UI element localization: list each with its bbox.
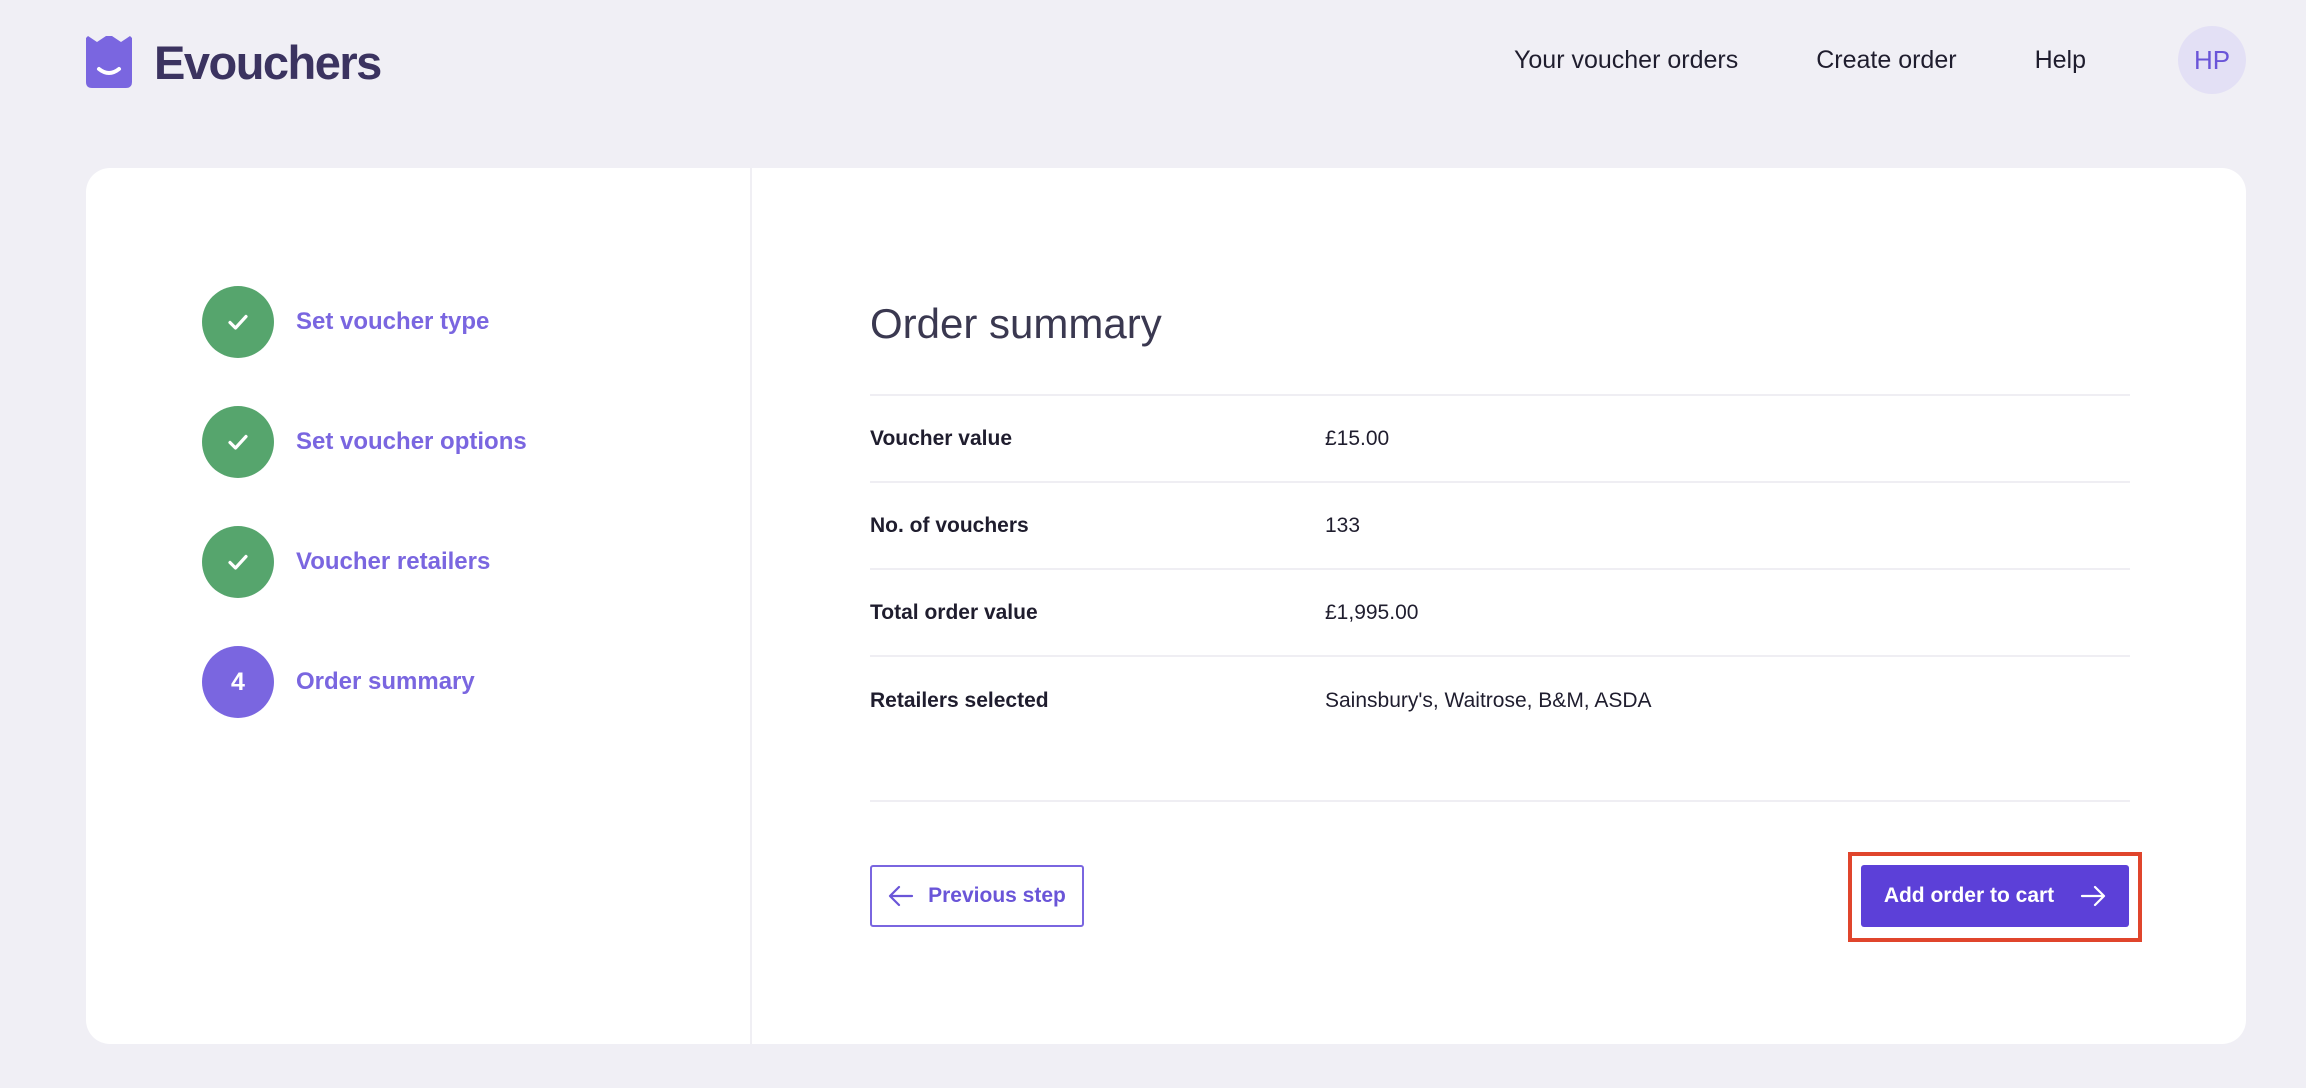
summary-row: No. of vouchers 133 — [870, 483, 2130, 570]
brand-name: Evouchers — [154, 35, 381, 90]
step-set-voucher-options[interactable]: Set voucher options — [202, 406, 527, 478]
row-value: £15.00 — [1325, 427, 1389, 451]
top-header: Evouchers Your voucher orders Create ord… — [0, 0, 2306, 124]
previous-step-label: Previous step — [928, 884, 1066, 908]
step-label: Set voucher type — [296, 308, 489, 336]
brand-logo[interactable]: Evouchers — [84, 34, 381, 90]
evouchers-logo-icon — [84, 34, 134, 90]
step-order-summary: 4 Order summary — [202, 646, 527, 718]
row-label: Voucher value — [870, 427, 1325, 451]
row-value: 133 — [1325, 514, 1360, 538]
row-label: Total order value — [870, 601, 1325, 625]
summary-row: Retailers selected Sainsbury's, Waitrose… — [870, 657, 2130, 744]
row-value: £1,995.00 — [1325, 601, 1418, 625]
arrow-left-icon — [888, 885, 914, 907]
check-icon — [202, 406, 274, 478]
row-value: Sainsbury's, Waitrose, B&M, ASDA — [1325, 689, 1652, 713]
actions-divider — [870, 800, 2130, 802]
nav-your-voucher-orders[interactable]: Your voucher orders — [1514, 46, 1738, 75]
main-nav: Your voucher orders Create order Help HP — [1514, 26, 2246, 94]
row-label: No. of vouchers — [870, 514, 1325, 538]
summary-row: Total order value £1,995.00 — [870, 570, 2130, 657]
nav-help[interactable]: Help — [2035, 46, 2086, 75]
nav-create-order[interactable]: Create order — [1816, 46, 1956, 75]
order-summary-panel: Order summary Voucher value £15.00 No. o… — [870, 284, 2130, 744]
user-avatar[interactable]: HP — [2178, 26, 2246, 94]
step-label: Order summary — [296, 668, 475, 696]
page-title: Order summary — [870, 284, 2130, 394]
summary-table: Voucher value £15.00 No. of vouchers 133… — [870, 394, 2130, 744]
column-divider — [750, 168, 752, 1044]
step-label: Voucher retailers — [296, 548, 490, 576]
step-voucher-retailers[interactable]: Voucher retailers — [202, 526, 527, 598]
check-icon — [202, 286, 274, 358]
row-label: Retailers selected — [870, 689, 1325, 713]
arrow-right-icon — [2080, 885, 2106, 907]
add-order-to-cart-button[interactable]: Add order to cart — [1861, 865, 2129, 927]
step-number: 4 — [202, 646, 274, 718]
step-set-voucher-type[interactable]: Set voucher type — [202, 286, 527, 358]
summary-row: Voucher value £15.00 — [870, 396, 2130, 483]
step-label: Set voucher options — [296, 428, 527, 456]
progress-stepper: Set voucher type Set voucher options Vou… — [202, 286, 527, 766]
add-order-to-cart-label: Add order to cart — [1884, 884, 2054, 908]
previous-step-button[interactable]: Previous step — [870, 865, 1084, 927]
check-icon — [202, 526, 274, 598]
